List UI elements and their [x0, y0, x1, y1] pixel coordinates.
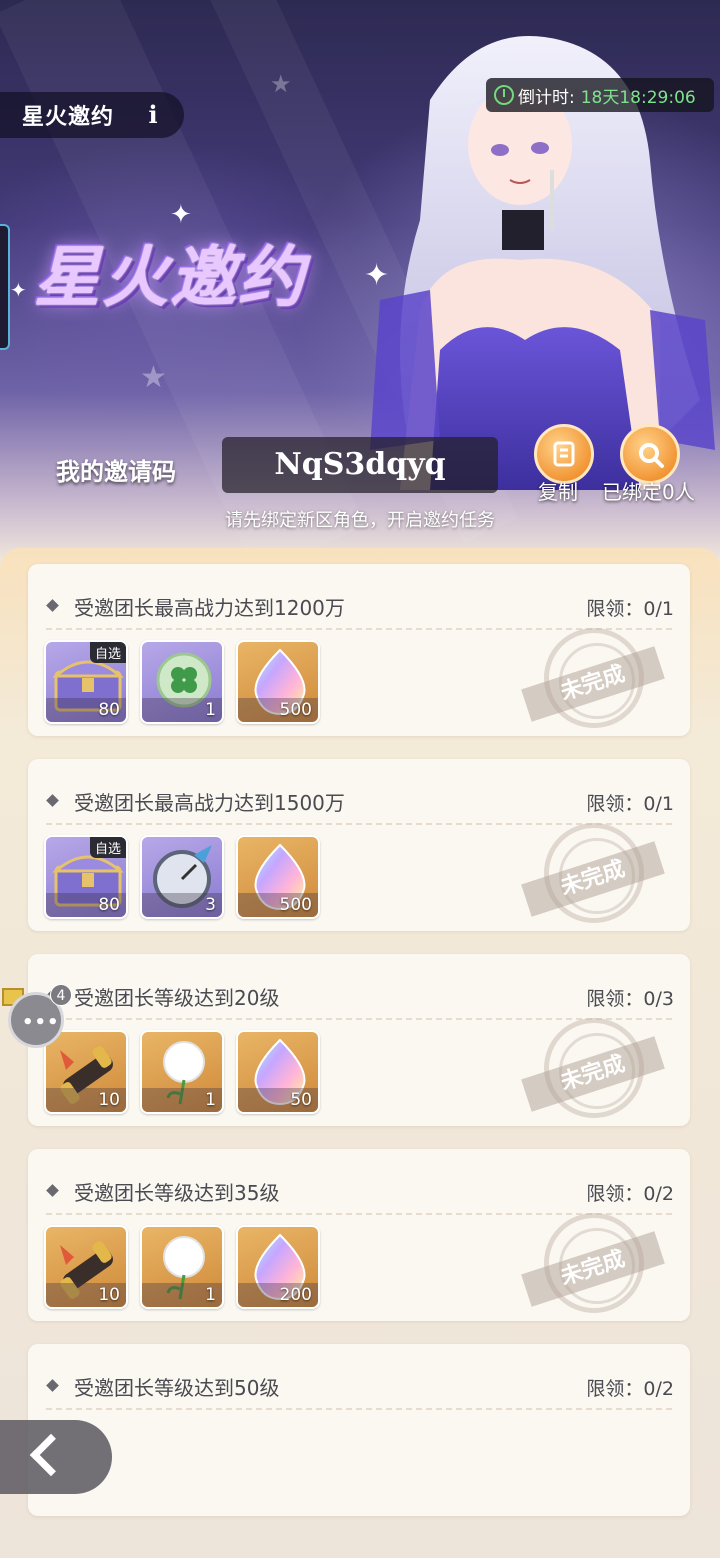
arrow-left-icon — [29, 1433, 73, 1477]
stamp-text: 未完成 — [521, 1036, 665, 1112]
event-logo: 星火邀约 — [34, 239, 306, 316]
reward-count: 1 — [142, 698, 222, 722]
reward-item[interactable]: 10 — [44, 1225, 128, 1309]
incomplete-stamp: 未完成 — [521, 628, 665, 728]
clock-icon — [494, 85, 514, 105]
reward-count: 80 — [46, 698, 126, 722]
reward-count: 3 — [142, 893, 222, 917]
reward-item[interactable]: 500 — [236, 835, 320, 919]
reward-count: 50 — [238, 1088, 318, 1112]
diamond-bullet-icon — [46, 794, 59, 807]
task-card: 受邀团长等级达到20级 限领：0/3 10 1 50 未完成 — [28, 954, 690, 1126]
reward-count: 1 — [142, 1283, 222, 1307]
chat-unread-badge: 4 — [50, 984, 72, 1006]
countdown-value: 18天18:29:06 — [580, 87, 696, 108]
star-icon: ★ — [140, 360, 167, 395]
bound-count-label[interactable]: 已绑定0人 — [602, 476, 695, 505]
invite-code-label: 我的邀请码 — [56, 458, 176, 486]
claim-limit: 限领：0/2 — [586, 1183, 674, 1205]
side-drawer-tab[interactable] — [0, 224, 10, 350]
reward-item[interactable]: 1 — [140, 1030, 224, 1114]
task-card: 受邀团长最高战力达到1200万 限领：0/1 自选 80 1 500 未完成 — [28, 564, 690, 736]
countdown-label: 倒计时: — [518, 87, 575, 108]
task-card: 受邀团长等级达到35级 限领：0/2 10 1 200 未完成 — [28, 1149, 690, 1321]
incomplete-stamp: 未完成 — [521, 1018, 665, 1118]
optional-tag: 自选 — [89, 642, 126, 663]
claim-limit: 限领：0/1 — [586, 598, 674, 620]
reward-item[interactable]: 1 — [140, 640, 224, 724]
stamp-text: 未完成 — [521, 1231, 665, 1307]
task-card: 受邀团长最高战力达到1500万 限领：0/1 自选 80 3 500 未完成 — [28, 759, 690, 931]
reward-count: 500 — [238, 698, 318, 722]
diamond-bullet-icon — [46, 599, 59, 612]
reward-item[interactable]: 自选 80 — [44, 640, 128, 724]
reward-count: 1 — [142, 1088, 222, 1112]
incomplete-stamp: 未完成 — [521, 1213, 665, 1313]
invite-code-value: NqS3dqyq — [222, 437, 498, 493]
bound-list-button[interactable] — [620, 424, 680, 484]
reward-item[interactable]: 50 — [236, 1030, 320, 1114]
task-list-panel[interactable]: 受邀团长最高战力达到1200万 限领：0/1 自选 80 1 500 未完成 受邀团长最高战力… — [0, 548, 720, 1558]
back-button[interactable] — [0, 1420, 112, 1494]
reward-count: 200 — [238, 1283, 318, 1307]
reward-item[interactable]: 200 — [236, 1225, 320, 1309]
copy-button[interactable] — [534, 424, 594, 484]
reward-item[interactable]: 自选 80 — [44, 835, 128, 919]
reward-count: 10 — [46, 1088, 126, 1112]
task-name: 受邀团长等级达到20级 — [74, 986, 280, 1010]
divider — [46, 1408, 672, 1410]
title-bar: 星火邀约 i — [0, 92, 184, 138]
stamp-text: 未完成 — [521, 841, 665, 917]
search-icon — [639, 443, 664, 468]
optional-tag: 自选 — [89, 837, 126, 858]
claim-limit: 限领：0/3 — [586, 988, 674, 1010]
reward-count: 80 — [46, 893, 126, 917]
task-name: 受邀团长等级达到50级 — [74, 1376, 280, 1400]
bind-hint: 请先绑定新区角色，开启邀约任务 — [225, 510, 495, 531]
countdown-timer: 倒计时: 18天18:29:06 — [486, 78, 714, 112]
diamond-bullet-icon — [46, 1379, 59, 1392]
reward-item[interactable]: 1 — [140, 1225, 224, 1309]
reward-item[interactable]: 10 — [44, 1030, 128, 1114]
reward-item[interactable]: 3 — [140, 835, 224, 919]
task-card: 受邀团长等级达到50级 限领：0/2 — [28, 1344, 690, 1516]
reward-item[interactable]: 500 — [236, 640, 320, 724]
copy-icon — [553, 441, 575, 467]
sparkle-icon: ✦ — [10, 278, 27, 302]
claim-limit: 限领：0/1 — [586, 793, 674, 815]
task-name: 受邀团长最高战力达到1500万 — [74, 791, 345, 815]
stamp-text: 未完成 — [521, 646, 665, 722]
reward-count: 10 — [46, 1283, 126, 1307]
copy-label[interactable]: 复制 — [538, 476, 578, 505]
task-name: 受邀团长最高战力达到1200万 — [74, 596, 345, 620]
task-name: 受邀团长等级达到35级 — [74, 1181, 280, 1205]
diamond-bullet-icon — [46, 1184, 59, 1197]
chat-icon: ••• — [22, 1012, 60, 1033]
star-icon: ★ — [270, 70, 292, 98]
page-title: 星火邀约 — [22, 105, 115, 130]
claim-limit: 限领：0/2 — [586, 1378, 674, 1400]
info-icon[interactable]: i — [140, 101, 166, 129]
reward-count: 500 — [238, 893, 318, 917]
incomplete-stamp: 未完成 — [521, 823, 665, 923]
